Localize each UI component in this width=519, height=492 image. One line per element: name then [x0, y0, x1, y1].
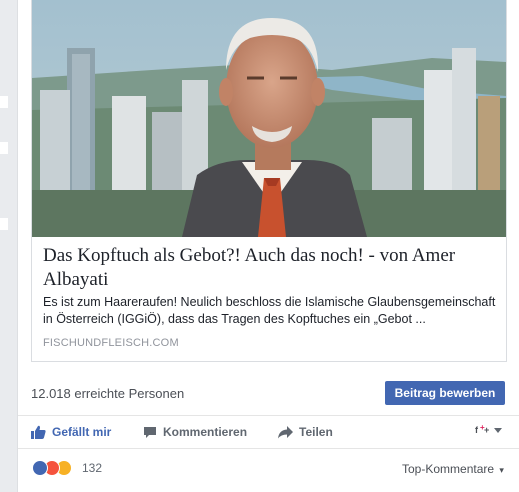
left-column-tab — [0, 142, 8, 154]
article-photo[interactable] — [32, 0, 506, 237]
svg-text:f: f — [475, 425, 479, 435]
post-actions: Gefällt mir Kommentieren Teilen f + + — [18, 417, 519, 449]
reaction-count[interactable]: 132 — [82, 461, 102, 475]
chevron-down-icon: ▾ — [499, 465, 504, 475]
share-label: Teilen — [299, 425, 333, 439]
thumbs-up-icon — [31, 425, 46, 439]
post-as-selector[interactable]: f + + — [475, 423, 511, 437]
comment-sort-dropdown[interactable]: Top-Kommentare ▾ — [402, 462, 504, 476]
post-card: Das Kopftuch als Gebot?! Auch das noch! … — [17, 0, 519, 492]
svg-text:+: + — [484, 425, 489, 435]
like-reaction-icon — [32, 460, 48, 476]
comment-label: Kommentieren — [163, 425, 248, 439]
left-column-tab — [0, 96, 8, 108]
comment-icon — [144, 426, 156, 438]
reach-bar: 12.018 erreichte Personen Beitrag bewerb… — [18, 371, 519, 416]
reach-count[interactable]: 12.018 erreichte Personen — [31, 386, 184, 401]
share-icon — [278, 425, 293, 438]
reaction-icons[interactable] — [32, 460, 80, 476]
comment-sort-label: Top-Kommentare — [402, 462, 495, 476]
share-button[interactable]: Teilen — [278, 425, 333, 439]
reactions-bar: 132 Top-Kommentare ▾ — [18, 452, 519, 484]
article-domain: FISCHUNDFLEISCH.COM — [43, 337, 179, 349]
link-preview[interactable]: Das Kopftuch als Gebot?! Auch das noch! … — [31, 0, 507, 362]
like-label: Gefällt mir — [52, 425, 112, 439]
article-headline[interactable]: Das Kopftuch als Gebot?! Auch das noch! … — [43, 244, 498, 292]
left-column-tab — [0, 218, 8, 230]
article-description[interactable]: Es ist zum Haareraufen! Neulich beschlos… — [43, 294, 498, 328]
comment-button[interactable]: Kommentieren — [143, 425, 247, 439]
boost-post-button[interactable]: Beitrag bewerben — [385, 381, 505, 405]
like-button[interactable]: Gefällt mir — [31, 425, 111, 439]
left-column-edge — [0, 0, 8, 492]
page-avatar-dropdown-icon: f + + — [475, 423, 502, 435]
divider — [18, 448, 519, 449]
